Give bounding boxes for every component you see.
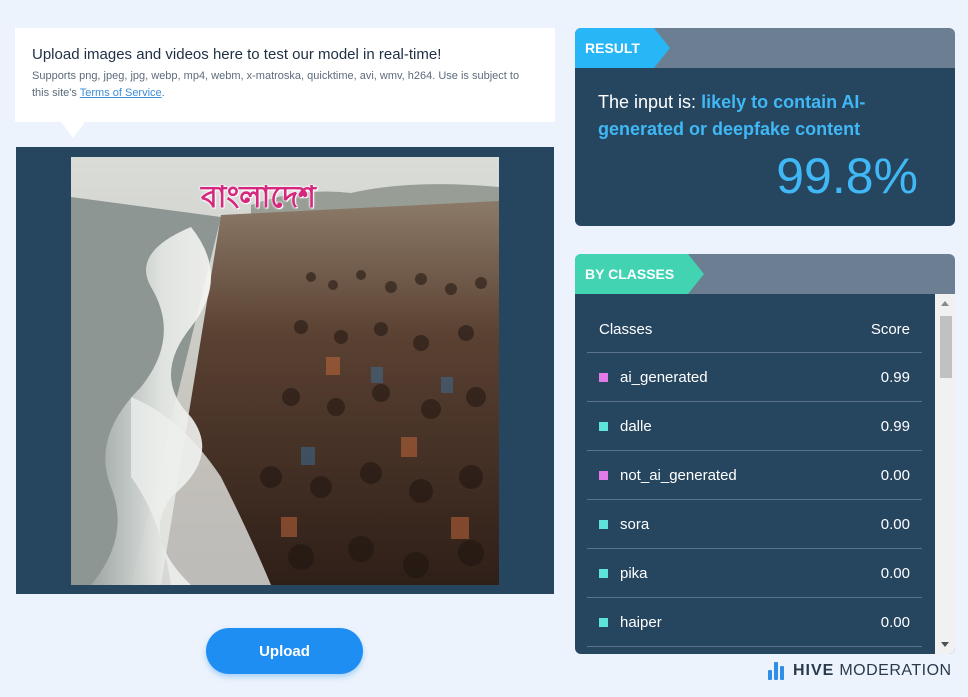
- image-preview-panel: বাংলাদেশ: [16, 147, 554, 594]
- result-body: The input is: likely to contain AI-gener…: [575, 68, 955, 226]
- classes-tag: BY CLASSES: [575, 254, 705, 294]
- class-color-swatch: [599, 568, 608, 578]
- hive-logo-icon: [768, 662, 786, 680]
- uploaded-image: বাংলাদেশ: [71, 157, 499, 585]
- class-score: 0.00: [880, 564, 910, 582]
- class-color-swatch: [599, 617, 608, 627]
- class-color-swatch: [599, 470, 608, 480]
- info-card: Upload images and videos here to test ou…: [15, 28, 555, 138]
- scroll-down-arrow-icon[interactable]: [941, 642, 949, 647]
- class-score: 0.00: [880, 515, 910, 533]
- scrollbar-thumb[interactable]: [940, 316, 952, 378]
- class-color-swatch: [599, 372, 608, 382]
- upload-button[interactable]: Upload: [206, 628, 363, 674]
- info-subtitle: Supports png, jpeg, jpg, webp, mp4, webm…: [32, 68, 538, 102]
- class-row: not_ai_generated 0.00: [587, 451, 922, 500]
- image-overlay-text: বাংলাদেশ: [201, 180, 316, 215]
- class-row-left: not_ai_generated: [599, 467, 737, 484]
- info-subtitle-suffix: .: [161, 87, 165, 99]
- terms-of-service-link[interactable]: Terms of Service: [80, 87, 162, 99]
- result-tag-label: RESULT: [585, 40, 640, 56]
- result-header: RESULT: [575, 28, 955, 68]
- class-name: haiper: [620, 613, 662, 631]
- class-row-left: ai_generated: [599, 369, 708, 386]
- class-score: 0.00: [880, 466, 910, 484]
- verdict-prefix: The input is:: [598, 92, 702, 112]
- result-percent: 99.8%: [776, 148, 918, 204]
- class-score: 0.99: [880, 368, 910, 386]
- class-name: pika: [620, 564, 648, 582]
- class-row-left: pika: [599, 565, 648, 582]
- brand-name: HIVE: [793, 662, 835, 679]
- classes-table-header: Classes Score: [587, 306, 922, 353]
- brand-subname: MODERATION: [839, 662, 952, 679]
- class-color-swatch: [599, 421, 608, 431]
- class-score: 0.99: [880, 417, 910, 435]
- class-row: pika 0.00: [587, 549, 922, 598]
- column-classes: Classes: [599, 320, 653, 338]
- class-row-left: haiper: [599, 614, 662, 631]
- class-name: ai_generated: [620, 368, 708, 386]
- column-score: Score: [870, 320, 910, 338]
- class-row-left: sora: [599, 516, 649, 533]
- class-row-left: dalle: [599, 418, 652, 435]
- classes-scrollbar[interactable]: [935, 294, 955, 654]
- class-row: dalle 0.99: [587, 402, 922, 451]
- class-name: dalle: [620, 417, 652, 435]
- result-tag: RESULT: [575, 28, 670, 68]
- classes-table: Classes Score ai_generated 0.99 dalle 0.99 n…: [587, 306, 922, 647]
- info-title: Upload images and videos here to test ou…: [32, 46, 442, 63]
- classes-header: BY CLASSES: [575, 254, 955, 294]
- classes-tag-label: BY CLASSES: [585, 266, 675, 282]
- class-name: not_ai_generated: [620, 466, 737, 484]
- result-verdict: The input is: likely to contain AI-gener…: [598, 89, 931, 143]
- class-row: sora 0.00: [587, 500, 922, 549]
- classes-body[interactable]: Classes Score ai_generated 0.99 dalle 0.99 n…: [575, 294, 955, 654]
- class-row: ai_generated 0.99: [587, 353, 922, 402]
- class-color-swatch: [599, 519, 608, 529]
- class-score: 0.00: [880, 613, 910, 631]
- scroll-up-arrow-icon[interactable]: [941, 301, 949, 306]
- class-row: haiper 0.00: [587, 598, 922, 647]
- hive-moderation-logo: HIVE MODERATION: [768, 662, 952, 680]
- class-name: sora: [620, 515, 650, 533]
